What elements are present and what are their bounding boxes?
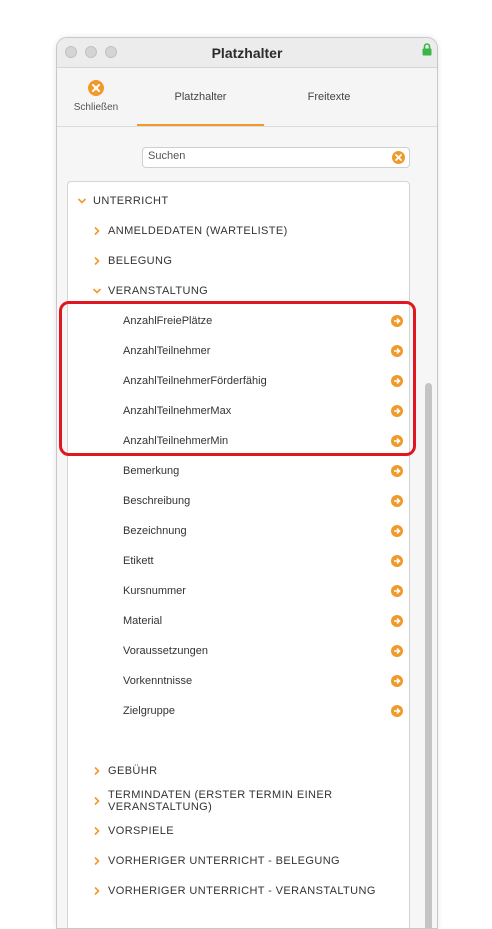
placeholder-item-label: Material	[123, 615, 163, 627]
chevron-right-icon	[94, 886, 100, 896]
insert-arrow-icon[interactable]	[391, 465, 403, 477]
tree-group-label: ANMELDEDATEN (WARTELISTE)	[108, 225, 288, 237]
search-field[interactable]	[142, 147, 410, 168]
clear-search-icon[interactable]	[392, 151, 405, 169]
insert-arrow-icon[interactable]	[391, 675, 403, 687]
insert-arrow-icon[interactable]	[391, 705, 403, 717]
tree-group-label: GEBÜHR	[108, 765, 158, 777]
tab-platzhalter[interactable]: Platzhalter	[137, 68, 264, 126]
tree-group-label: VORHERIGER UNTERRICHT - BELEGUNG	[108, 855, 341, 867]
placeholder-item-label: Zielgruppe	[123, 705, 175, 717]
tree-group-label: UNTERRICHT	[93, 195, 169, 207]
close-label: Schließen	[73, 102, 119, 113]
insert-arrow-icon[interactable]	[391, 585, 403, 597]
placeholder-window: Platzhalter Schließen Platzhalter Freite…	[56, 37, 438, 929]
placeholder-tree: UNTERRICHT ANMELDEDATEN (WARTELISTE) BEL…	[67, 181, 410, 928]
lock-icon[interactable]	[422, 43, 432, 61]
search-input[interactable]	[148, 150, 378, 162]
vertical-scrollbar[interactable]	[425, 383, 432, 928]
placeholder-item-label: Beschreibung	[123, 495, 191, 507]
chevron-right-icon	[94, 796, 100, 806]
placeholder-item-label: Etikett	[123, 555, 154, 567]
insert-arrow-icon[interactable]	[391, 645, 403, 657]
close-icon	[88, 80, 104, 101]
placeholder-item-label: Bezeichnung	[123, 525, 187, 537]
insert-arrow-icon[interactable]	[391, 495, 403, 507]
insert-arrow-icon[interactable]	[391, 555, 403, 567]
close-panel-button[interactable]: Schließen	[57, 68, 135, 126]
chevron-right-icon	[94, 226, 100, 236]
placeholder-item-label: Voraussetzungen	[123, 645, 209, 657]
highlight-box	[59, 301, 416, 456]
title-bar: Platzhalter	[57, 38, 437, 68]
chevron-right-icon	[94, 256, 100, 266]
tree-group-label: BELEGUNG	[108, 255, 173, 267]
insert-arrow-icon[interactable]	[391, 525, 403, 537]
window-title: Platzhalter	[211, 45, 283, 61]
insert-arrow-icon[interactable]	[391, 615, 403, 627]
chevron-down-icon	[92, 288, 102, 294]
placeholder-item-label: Vorkenntnisse	[123, 675, 193, 687]
chevron-right-icon	[94, 766, 100, 776]
placeholder-item-label: Kursnummer	[123, 585, 186, 597]
chevron-down-icon	[77, 198, 87, 204]
chevron-right-icon	[94, 826, 100, 836]
tree-group-label: VERANSTALTUNG	[108, 285, 209, 297]
tree-group-label-line2: VERANSTALTUNG)	[108, 801, 213, 813]
chevron-right-icon	[94, 856, 100, 866]
tree-group-label-line1: TERMINDATEN (ERSTER TERMIN EINER	[108, 789, 333, 801]
tree-group-label: VORHERIGER UNTERRICHT - VERANSTALTUNG	[108, 885, 376, 897]
tree-group-label: VORSPIELE	[108, 825, 174, 837]
tab-freitexte[interactable]: Freitexte	[264, 68, 394, 126]
placeholder-item-label: Bemerkung	[123, 465, 180, 477]
toolbar: Schließen Platzhalter Freitexte	[57, 68, 437, 127]
